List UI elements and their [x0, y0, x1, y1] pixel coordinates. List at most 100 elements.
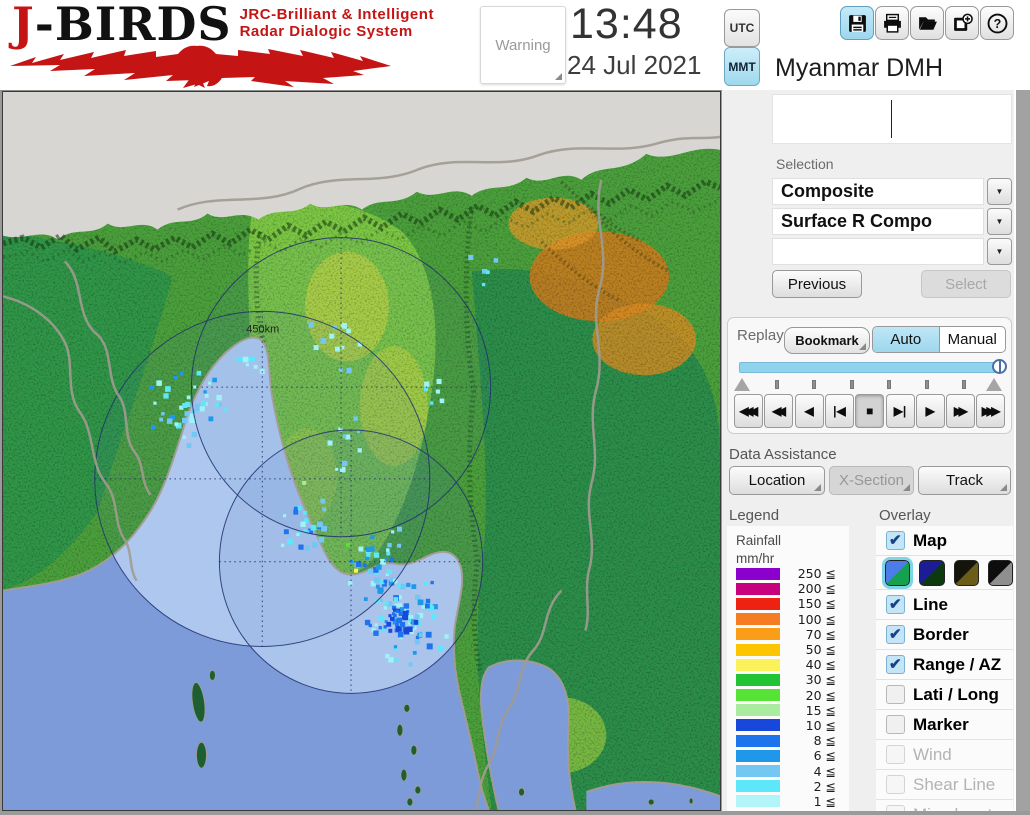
legend-row: 250 ≦	[727, 566, 849, 581]
legend-swatch	[736, 643, 780, 656]
checkbox-unchecked[interactable]	[886, 685, 905, 704]
combo-category[interactable]: Composite ▼	[772, 178, 1012, 205]
legend-swatch	[736, 795, 780, 808]
chevron-down-icon[interactable]: ▼	[987, 178, 1012, 205]
play-forward-button[interactable]: ▶	[915, 394, 945, 428]
map-style-1-selected[interactable]	[881, 556, 914, 589]
range-start-marker[interactable]	[734, 378, 750, 391]
combo-option[interactable]: ▼	[772, 238, 1012, 265]
checkbox-checked[interactable]	[886, 625, 905, 644]
legend-value: 50 ≦	[805, 642, 836, 658]
print-icon	[883, 13, 901, 33]
overlay-item-label: Microburst	[913, 805, 992, 812]
x-section-button[interactable]: X-Section	[829, 466, 914, 495]
legend-value: 15 ≦	[805, 702, 836, 718]
legend-scale: 250 ≦ 200 ≦ 150 ≦ 100 ≦ 70 ≦ 50 ≦ 40 ≦ 30 ≦ 20 ≦…	[727, 566, 849, 809]
print-button[interactable]	[875, 6, 909, 40]
legend-value: 8 ≦	[813, 733, 836, 749]
range-label: 450km	[246, 323, 279, 335]
chevron-down-icon[interactable]: ▼	[987, 208, 1012, 235]
clock-date: 24 Jul 2021	[567, 50, 702, 80]
eagle-logo-icon	[10, 45, 391, 88]
fast-forward-button[interactable]: ▶▶	[946, 394, 976, 428]
checkbox-checked[interactable]	[886, 595, 905, 614]
overlay-item-border[interactable]: Border	[876, 620, 1013, 650]
range-end-marker[interactable]	[986, 378, 1002, 391]
jump-start-button[interactable]: ◀◀◀	[734, 394, 763, 428]
map-style-3[interactable]	[953, 559, 979, 586]
previous-button[interactable]: Previous	[772, 270, 862, 298]
bookmark-button[interactable]: Bookmark	[784, 327, 870, 354]
jbirds-app: { "header": { "logo": {"brand_red": "J",…	[0, 0, 1030, 811]
legend-value: 250 ≦	[797, 566, 836, 582]
rewind-button[interactable]: ◀◀	[764, 394, 794, 428]
legend-swatch	[736, 719, 780, 732]
legend-value: 200 ≦	[797, 581, 836, 597]
panel-scrollbar[interactable]	[1014, 90, 1030, 811]
map-style-2[interactable]	[919, 559, 945, 586]
header-right-spacer	[1014, 0, 1030, 90]
checkbox-unchecked	[886, 805, 905, 811]
overlay-item-marker[interactable]: Marker	[876, 710, 1013, 740]
combo-option-value[interactable]	[772, 238, 984, 265]
help-button[interactable]: ?	[980, 6, 1014, 40]
combo-category-value[interactable]: Composite	[772, 178, 984, 205]
legend-value: 40 ≦	[805, 657, 836, 673]
open-folder-button[interactable]	[910, 6, 944, 40]
legend-swatch	[736, 597, 780, 610]
annotation-input[interactable]	[772, 94, 1012, 144]
legend-row: 150 ≦	[727, 596, 849, 611]
replay-progress-bar[interactable]	[739, 359, 1007, 374]
track-button[interactable]: Track	[918, 466, 1011, 495]
legend-row: 20 ≦	[727, 688, 849, 703]
location-button[interactable]: Location	[729, 466, 825, 495]
replay-progress-handle[interactable]	[992, 359, 1007, 374]
overlay-item-range-az[interactable]: Range / AZ	[876, 650, 1013, 680]
chevron-down-icon[interactable]: ▼	[987, 238, 1012, 265]
overlay-item-lati-long[interactable]: Lati / Long	[876, 680, 1013, 710]
step-forward-button[interactable]: ▶|	[885, 394, 915, 428]
overlay-label: Overlay	[879, 507, 931, 524]
combo-product[interactable]: Surface R Compo ▼	[772, 208, 1012, 235]
overlay-item-label: Map	[913, 530, 947, 550]
checkbox-unchecked	[886, 745, 905, 764]
legend-label: Legend	[729, 507, 780, 524]
new-window-icon	[953, 13, 973, 31]
overlay-item-map[interactable]: Map	[876, 526, 1013, 556]
legend-value: 1 ≦	[813, 793, 836, 809]
warning-label: Warning	[495, 36, 551, 54]
legend-row: 10 ≦	[727, 718, 849, 733]
jump-end-button[interactable]: ▶▶▶	[976, 394, 1006, 428]
map-style-4[interactable]	[987, 559, 1013, 586]
play-backward-button[interactable]: ◀	[794, 394, 824, 428]
overlay-item-microburst: Microburst	[876, 800, 1013, 811]
step-back-button[interactable]: |◀	[824, 394, 854, 428]
select-button[interactable]: Select	[921, 270, 1011, 298]
combo-product-value[interactable]: Surface R Compo	[772, 208, 984, 235]
utc-button[interactable]: UTC	[724, 9, 760, 47]
overlay-item-label: Border	[913, 624, 969, 644]
mmt-button[interactable]: MMT	[724, 47, 760, 86]
legend-row: 15 ≦	[727, 703, 849, 718]
legend-row: 70 ≦	[727, 627, 849, 642]
legend-value: 70 ≦	[805, 626, 836, 642]
radar-map-canvas[interactable]: 450km	[2, 91, 722, 811]
save-icon	[848, 14, 866, 32]
new-window-button[interactable]	[945, 6, 979, 40]
legend-row: 100 ≦	[727, 612, 849, 627]
legend-swatch	[736, 704, 780, 717]
auto-mode-button[interactable]: Auto	[873, 327, 940, 352]
warning-panel[interactable]: Warning	[480, 6, 566, 84]
station-title: Myanmar DMH	[775, 54, 944, 82]
legend-value: 6 ≦	[813, 748, 836, 764]
manual-mode-button[interactable]: Manual	[940, 327, 1006, 352]
radar-map-svg: 450km	[2, 92, 722, 811]
overlay-item-label: Wind	[913, 744, 952, 764]
stop-button[interactable]: ■	[855, 394, 885, 428]
save-button[interactable]	[840, 6, 874, 40]
open-folder-icon	[918, 16, 937, 30]
checkbox-checked[interactable]	[886, 655, 905, 674]
checkbox-unchecked[interactable]	[886, 715, 905, 734]
checkbox-checked[interactable]	[886, 531, 905, 550]
overlay-item-line[interactable]: Line	[876, 590, 1013, 620]
